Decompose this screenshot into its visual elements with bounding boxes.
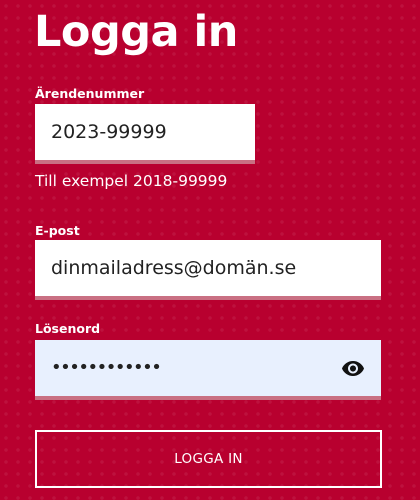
password-masked-value: •••••••••••• [51,357,162,378]
page-title: Logga in [34,7,238,57]
email-label: E-post [35,223,80,238]
case-number-label: Ärendenummer [35,86,145,101]
case-number-hint: Till exempel 2018-99999 [35,172,228,190]
password-input[interactable]: •••••••••••• [35,340,381,400]
password-label: Lösenord [35,321,101,336]
case-number-input[interactable] [35,104,255,164]
email-input[interactable] [35,240,381,300]
login-button[interactable]: LOGGA IN [35,430,382,488]
eye-icon[interactable] [339,356,367,380]
